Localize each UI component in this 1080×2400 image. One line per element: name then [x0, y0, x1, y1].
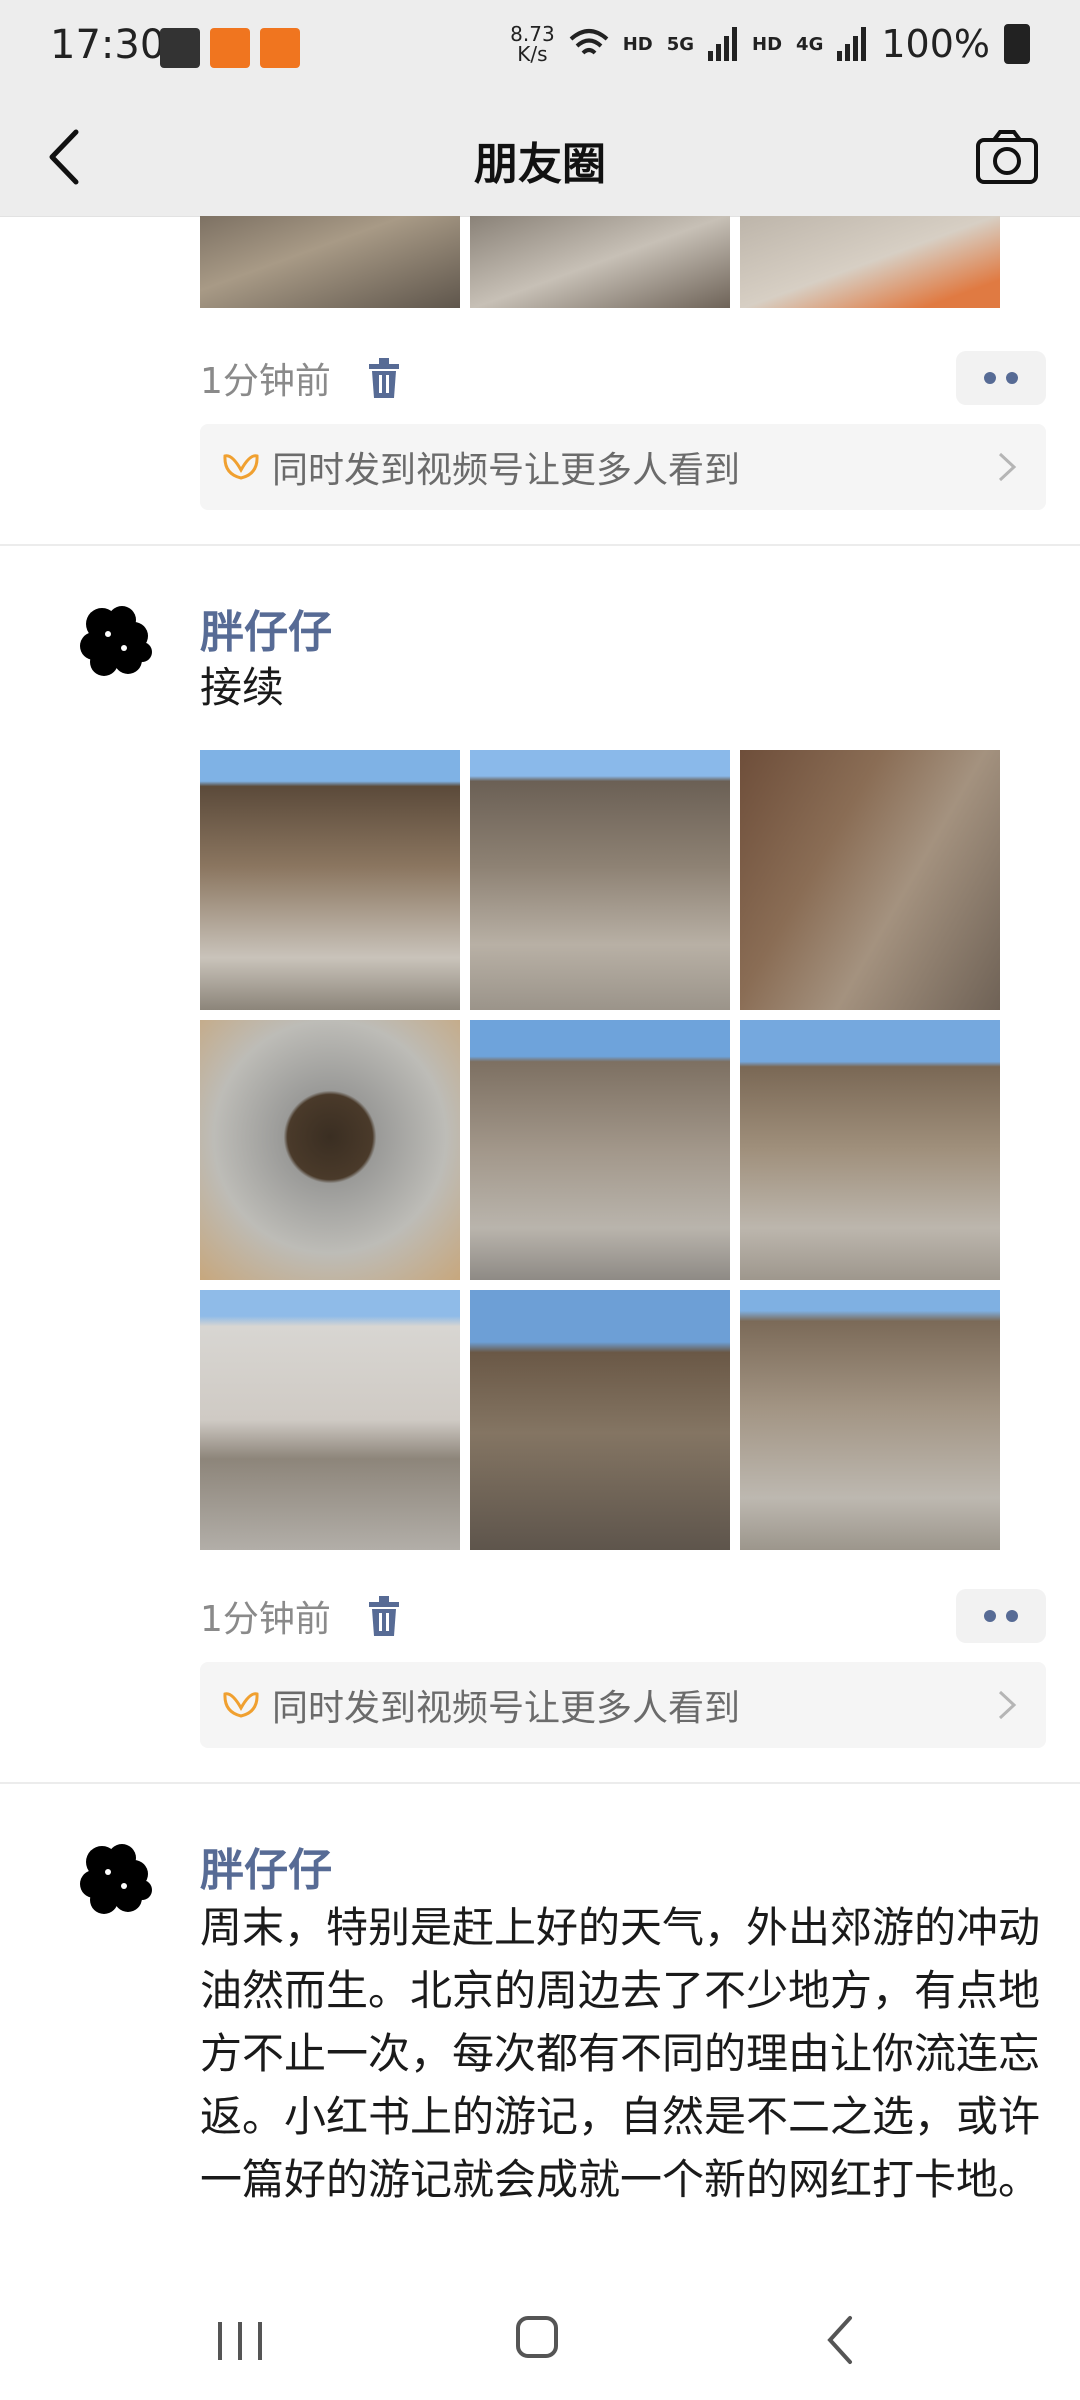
- share-to-channels-bar[interactable]: 同时发到视频号让更多人看到: [200, 424, 1046, 510]
- post-time: 1分钟前: [200, 361, 331, 402]
- dot-icon: [984, 1610, 996, 1622]
- post-divider: [0, 1782, 1080, 1784]
- signal-icon: [708, 27, 738, 61]
- network-speed: 8.73 K/s: [510, 22, 555, 66]
- home-icon[interactable]: [515, 2312, 559, 2362]
- poster-name[interactable]: 胖仔仔: [200, 1834, 332, 1898]
- post-photo[interactable]: [470, 1290, 730, 1550]
- status-time: 17:30: [50, 22, 166, 68]
- system-navigation-bar: [0, 2276, 1080, 2400]
- avatar[interactable]: [72, 1836, 158, 1922]
- share-to-channels-text: 同时发到视频号让更多人看到: [272, 1688, 741, 1729]
- 4g-label: 4G: [796, 33, 824, 55]
- wifi-icon: [569, 29, 609, 55]
- trash-icon[interactable]: [367, 1596, 401, 1636]
- post-photo[interactable]: [740, 750, 1000, 1010]
- app-badge-icon: [210, 28, 250, 68]
- share-to-channels-bar[interactable]: 同时发到视频号让更多人看到: [200, 1662, 1046, 1748]
- chevron-right-icon: [998, 1690, 1017, 1720]
- post-photo[interactable]: [200, 750, 460, 1010]
- post-text: 周末，特别是赶上好的天气，外出郊游的冲动油然而生。北京的周边去了不少地方，有点地…: [200, 1903, 1041, 2204]
- post-photo[interactable]: [740, 1020, 1000, 1280]
- trash-icon[interactable]: [367, 358, 401, 398]
- moments-feed[interactable]: 1分钟前 同时发到视频号让更多人看到 胖仔仔 接续 1分钟前 同时发到视频号让更…: [0, 216, 1080, 2276]
- poster-name[interactable]: 胖仔仔: [200, 596, 332, 660]
- page-title: 朋友圈: [474, 139, 606, 190]
- battery-percent: 100%: [881, 22, 990, 66]
- post-divider: [0, 544, 1080, 546]
- post-image-grid: [200, 750, 1000, 1550]
- post-time: 1分钟前: [200, 1599, 331, 1640]
- status-right: 8.73 K/s HD 5G HD 4G 100%: [510, 22, 1030, 66]
- dot-icon: [1006, 1610, 1018, 1622]
- post-photo[interactable]: [200, 1020, 460, 1280]
- channels-icon: [223, 1692, 259, 1718]
- chevron-right-icon: [998, 452, 1017, 482]
- post-photo[interactable]: [470, 1020, 730, 1280]
- share-to-channels-text: 同时发到视频号让更多人看到: [272, 450, 741, 491]
- more-actions-button[interactable]: [956, 351, 1046, 405]
- post-photo[interactable]: [470, 750, 730, 1010]
- post-photo[interactable]: [200, 216, 460, 308]
- signal-icon: [837, 27, 867, 61]
- post-photo[interactable]: [740, 1290, 1000, 1550]
- post-photo[interactable]: [740, 216, 1000, 308]
- post-meta: 1分钟前: [200, 351, 1046, 405]
- battery-icon: [1004, 24, 1030, 64]
- camera-icon[interactable]: [974, 124, 1040, 190]
- recent-apps-icon[interactable]: [210, 2316, 270, 2366]
- hd-label: HD: [622, 33, 653, 55]
- notification-icons: [160, 28, 300, 68]
- post-meta: 1分钟前: [200, 1589, 1046, 1643]
- post-photo[interactable]: [470, 216, 730, 308]
- status-bar: 17:30 8.73 K/s HD 5G HD 4G 100%: [0, 0, 1080, 98]
- channels-icon: [223, 454, 259, 480]
- post-image-row-partial: [200, 216, 1000, 308]
- more-actions-button[interactable]: [956, 1589, 1046, 1643]
- dot-icon: [984, 372, 996, 384]
- gallery-icon: [160, 28, 200, 68]
- post-text: 接续: [200, 663, 285, 712]
- navigation-bar: 朋友圈: [0, 98, 1080, 217]
- 5g-label: 5G: [666, 33, 695, 55]
- post-photo[interactable]: [200, 1290, 460, 1550]
- back-icon[interactable]: [820, 2312, 860, 2368]
- avatar[interactable]: [72, 598, 158, 684]
- hd-label: HD: [752, 33, 783, 55]
- dot-icon: [1006, 372, 1018, 384]
- app-badge-icon: [260, 28, 300, 68]
